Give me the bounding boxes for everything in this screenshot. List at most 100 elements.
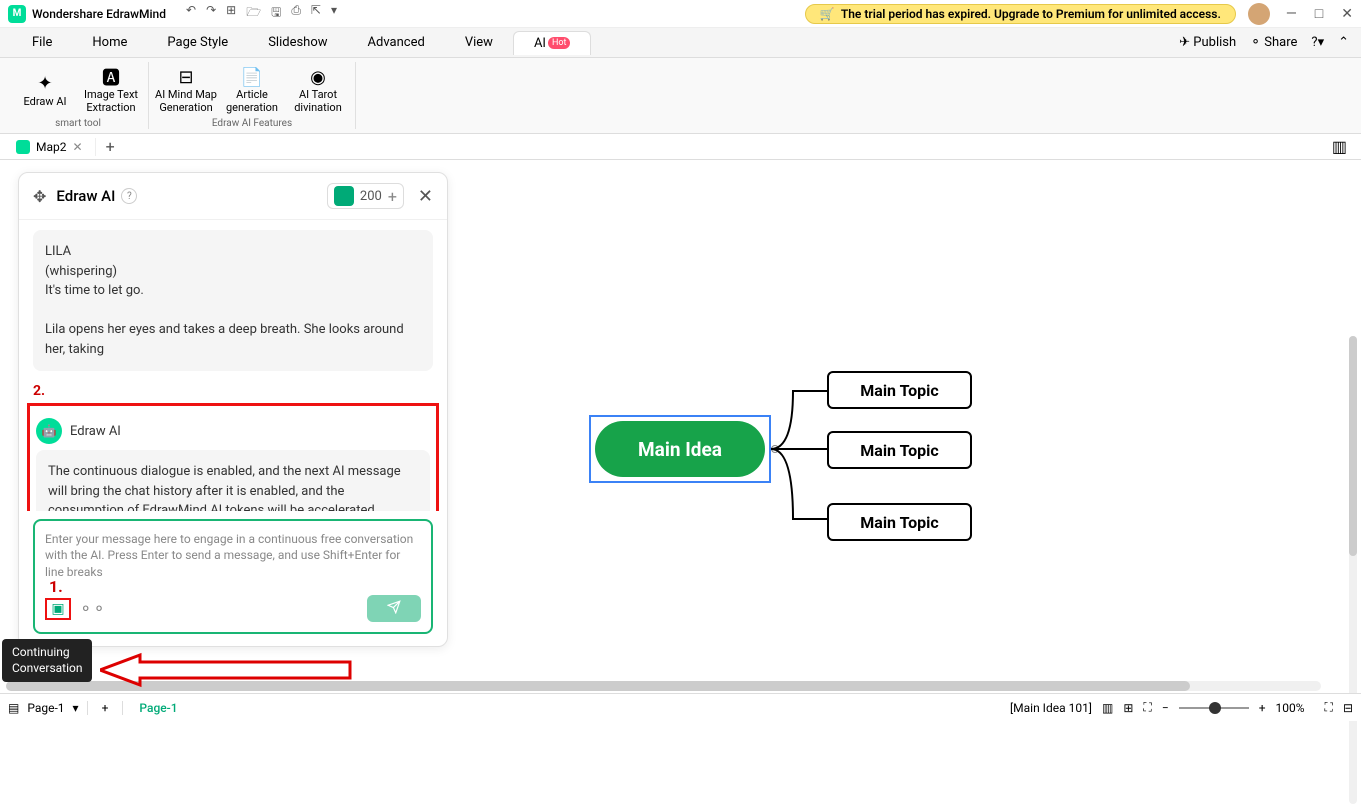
annotation-arrow (100, 650, 360, 700)
token-counter[interactable]: 200 + (327, 183, 404, 209)
app-name: Wondershare EdrawMind (32, 7, 166, 21)
annotation-label-1: 1. (49, 577, 63, 596)
cart-icon: 🛒 (820, 7, 835, 21)
ai-panel: ✥ Edraw AI ? 200 + ✕ LILA (whispering) I… (18, 172, 448, 647)
page-label: Page-1 (27, 701, 64, 715)
continuing-conversation-button[interactable]: ▣ (45, 598, 71, 620)
menu-file[interactable]: File (12, 31, 72, 54)
ai-sender-name: Edraw AI (70, 424, 121, 439)
ribbon: ✦Edraw AI 🅰Image Text Extraction smart t… (0, 58, 1361, 134)
msg-line: It's time to let go. (45, 281, 421, 301)
ai-conversation[interactable]: LILA (whispering) It's time to let go. L… (19, 220, 447, 511)
topic-node[interactable]: Main Topic (827, 371, 972, 409)
msg-line: LILA (45, 242, 421, 262)
topic-node[interactable]: Main Topic (827, 431, 972, 469)
options-icon[interactable]: ⚬⚬ (79, 599, 106, 618)
user-avatar[interactable] (1248, 3, 1270, 25)
ai-message-block: LILA (whispering) It's time to let go. L… (33, 230, 433, 371)
fullscreen-icon[interactable]: ⛶ (1325, 700, 1333, 715)
close-panel-icon[interactable]: ✕ (418, 186, 433, 207)
tooltip-line: Continuing (12, 645, 82, 661)
ai-panel-title: Edraw AI (56, 187, 115, 205)
trial-banner[interactable]: 🛒 The trial period has expired. Upgrade … (805, 4, 1236, 24)
token-count: 200 (360, 189, 382, 204)
qa-dropdown-icon[interactable]: ▾ (331, 3, 337, 24)
outline-icon[interactable]: ▤ (8, 701, 19, 715)
msg-line: Lila opens her eyes and takes a deep bre… (45, 320, 421, 359)
document-tabs: Map2 ✕ + ▥ (0, 134, 1361, 160)
bot-avatar-icon: 🤖 (36, 418, 62, 444)
doc-tab-label: Map2 (36, 140, 67, 154)
move-icon[interactable]: ✥ (33, 187, 46, 206)
share-button[interactable]: ⚬ Share (1250, 35, 1297, 50)
chevron-down-icon: ▾ (73, 701, 79, 715)
doc-tab-map2[interactable]: Map2 ✕ (4, 138, 96, 156)
close-tab-icon[interactable]: ✕ (73, 140, 83, 154)
ai-input-area: Enter your message here to engage in a c… (19, 511, 447, 646)
maximize-icon[interactable]: □ (1315, 5, 1323, 22)
collapse-ribbon-icon[interactable]: ⌃ (1338, 35, 1349, 50)
menu-bar: File Home Page Style Slideshow Advanced … (0, 28, 1361, 58)
menu-page-style[interactable]: Page Style (147, 31, 248, 54)
help-icon[interactable]: ? (121, 188, 137, 204)
tool-tarot[interactable]: ◉AI Tarot divination (285, 62, 351, 118)
print-icon[interactable]: ⎙ (291, 3, 301, 24)
export-icon[interactable]: ⇱ (311, 3, 321, 24)
undo-icon[interactable]: ↶ (186, 3, 196, 24)
open-icon[interactable]: 🗁 (246, 3, 261, 24)
annotation-box-2: 🤖 Edraw AI The continuous dialogue is en… (27, 403, 439, 511)
canvas[interactable]: ✥ Edraw AI ? 200 + ✕ LILA (whispering) I… (0, 160, 1361, 690)
page-dropdown[interactable]: Page-1 ▾ (19, 701, 87, 715)
tool-article-gen[interactable]: 📄Article generation (219, 62, 285, 118)
zoom-out-icon[interactable]: − (1162, 701, 1169, 715)
annotation-label-2: 2. (33, 383, 433, 399)
add-page-button[interactable]: + (88, 701, 124, 715)
vertical-scrollbar[interactable] (1349, 336, 1357, 804)
tool-image-text[interactable]: 🅰Image Text Extraction (78, 62, 144, 118)
token-badge-icon (334, 186, 354, 206)
menu-advanced[interactable]: Advanced (348, 31, 445, 54)
collapse-icon[interactable]: ⊟ (1343, 701, 1353, 715)
zoom-in-icon[interactable]: + (1259, 701, 1266, 715)
app-logo: M (8, 5, 26, 23)
msg-line: (whispering) (45, 262, 421, 282)
publish-button[interactable]: ✈ Publish (1179, 35, 1236, 50)
doc-icon (16, 140, 30, 154)
tool-ai-mindmap[interactable]: ⊟AI Mind Map Generation (153, 62, 219, 118)
trial-text: The trial period has expired. Upgrade to… (841, 7, 1221, 21)
zoom-value[interactable]: 100% (1276, 701, 1305, 715)
help-icon[interactable]: ?▾ (1311, 35, 1324, 50)
main-idea-node[interactable]: Main Idea (595, 421, 765, 477)
zoom-slider[interactable] (1179, 707, 1249, 709)
menu-slideshow[interactable]: Slideshow (248, 31, 347, 54)
menu-view[interactable]: View (445, 31, 513, 54)
title-bar: M Wondershare EdrawMind ↶ ↷ ⊞ 🗁 🖫 ⎙ ⇱ ▾ … (0, 0, 1361, 28)
tooltip-line: Conversation (12, 661, 82, 677)
send-button[interactable] (367, 595, 421, 622)
view-mode-icon[interactable]: ▥ (1102, 701, 1113, 715)
save-icon[interactable]: 🖫 (271, 3, 281, 24)
selection-context: [Main Idea 101] (1010, 701, 1092, 715)
system-message: The continuous dialogue is enabled, and … (36, 450, 430, 511)
add-tokens-icon[interactable]: + (388, 187, 397, 206)
ribbon-group-smart: smart tool (12, 118, 144, 129)
grid-icon[interactable]: ⊞ (1123, 701, 1133, 715)
tooltip-continuing-conversation: Continuing Conversation (2, 639, 92, 682)
redo-icon[interactable]: ↷ (206, 3, 216, 24)
tool-edraw-ai[interactable]: ✦Edraw AI (12, 62, 78, 118)
topic-node[interactable]: Main Topic (827, 503, 972, 541)
menu-ai[interactable]: AIHot (513, 31, 592, 55)
add-tab-button[interactable]: + (96, 137, 125, 156)
ribbon-group-features: Edraw AI Features (153, 118, 351, 129)
new-icon[interactable]: ⊞ (226, 3, 236, 24)
fit-icon[interactable]: ⛶ (1143, 700, 1151, 715)
page-tab[interactable]: Page-1 (123, 701, 193, 715)
menu-home[interactable]: Home (72, 31, 147, 54)
minimize-icon[interactable]: — (1286, 6, 1297, 22)
ai-input-box[interactable]: Enter your message here to engage in a c… (33, 519, 433, 634)
panel-toggle-icon[interactable]: ▥ (1322, 137, 1357, 156)
input-placeholder: Enter your message here to engage in a c… (45, 531, 421, 581)
close-window-icon[interactable]: ✕ (1341, 6, 1353, 22)
ai-panel-header: ✥ Edraw AI ? 200 + ✕ (19, 173, 447, 220)
hot-badge: Hot (548, 37, 571, 49)
